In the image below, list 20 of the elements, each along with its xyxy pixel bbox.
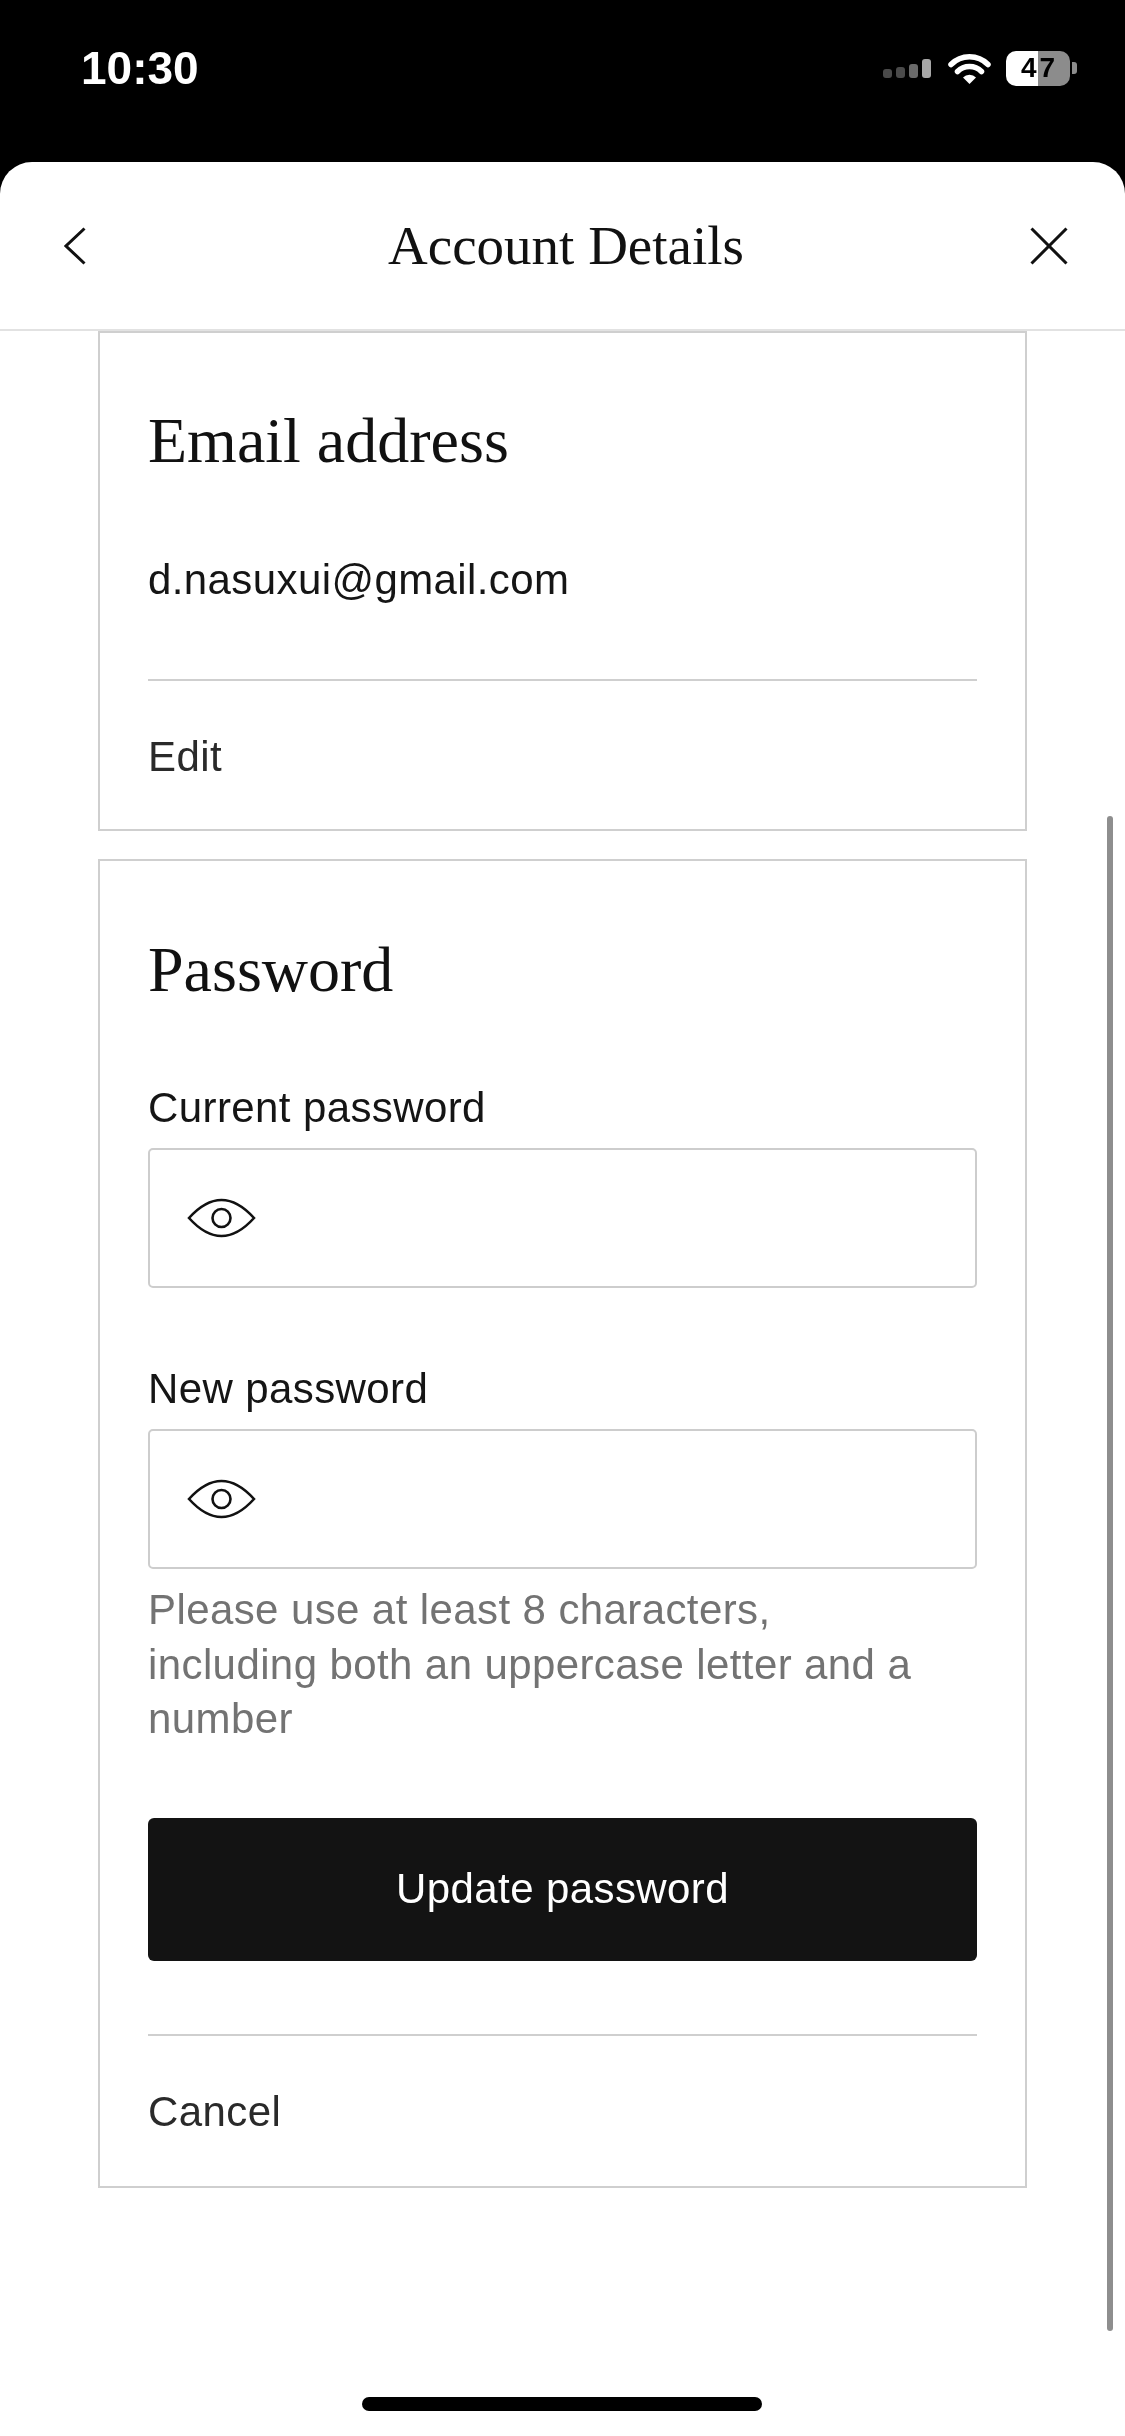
field-label: New password xyxy=(148,1364,429,1414)
cancel-link[interactable]: Cancel xyxy=(148,2085,282,2138)
status-time: 10:30 xyxy=(81,45,199,91)
password-field[interactable] xyxy=(148,1429,977,1569)
eye-icon[interactable] xyxy=(187,1198,256,1238)
edit-link[interactable]: Edit xyxy=(148,731,222,783)
card-title: Password xyxy=(148,933,394,1007)
update-password-button[interactable]: Update password xyxy=(148,1817,977,1961)
card-title: Email address xyxy=(148,404,509,478)
password-field[interactable] xyxy=(148,1148,977,1288)
eye-icon[interactable] xyxy=(187,1479,256,1519)
wifi-icon xyxy=(947,51,992,85)
email-address: d.nasuxui@gmail.com xyxy=(148,555,570,605)
sheet-title: Account Details xyxy=(388,213,744,278)
close-icon[interactable] xyxy=(1030,226,1068,265)
field-label: Current password xyxy=(148,1083,486,1133)
signal-icon xyxy=(883,58,933,78)
battery-indicator: 47 xyxy=(1006,50,1077,86)
password-hint: Please use at least 8 characters, including both an uppercase letter and a number xyxy=(148,1585,913,1744)
chevron-left-icon[interactable] xyxy=(64,226,86,265)
